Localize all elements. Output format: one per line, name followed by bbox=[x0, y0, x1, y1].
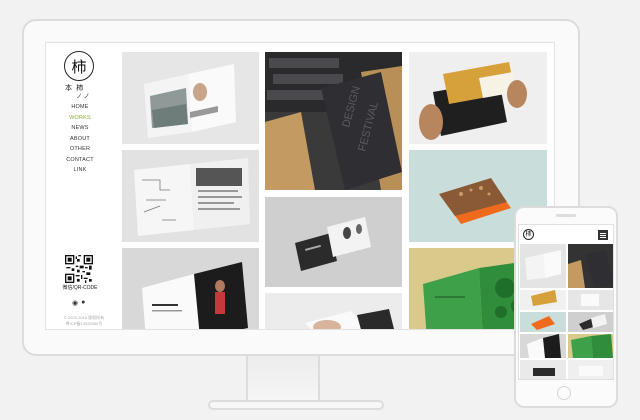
portfolio-item[interactable] bbox=[265, 197, 402, 287]
mobile-portfolio-grid bbox=[520, 244, 613, 379]
site-logo[interactable]: 柿 bbox=[64, 51, 94, 81]
nav-item-works[interactable]: WORKS bbox=[46, 113, 114, 124]
main-nav: HOME WORKS NEWS ABOUT OTHER CONTACT LINK bbox=[46, 102, 114, 176]
nav-item-news[interactable]: NEWS bbox=[46, 123, 114, 134]
portfolio-item[interactable]: DESIGN FESTIVAL bbox=[265, 52, 402, 190]
monitor-base bbox=[208, 400, 384, 410]
portfolio-item[interactable] bbox=[265, 293, 402, 330]
phone-speaker bbox=[556, 214, 576, 217]
desktop-screen: 柿 本 柿 ノ ノ HOME WORKS NEWS ABOUT OTHER CO… bbox=[45, 42, 555, 330]
wechat-icon[interactable]: ● bbox=[81, 299, 85, 307]
nav-item-link[interactable]: LINK bbox=[46, 165, 114, 176]
icp-license-text: 粤ICP备14026985号 bbox=[65, 321, 103, 326]
menu-icon[interactable] bbox=[598, 230, 608, 240]
qr-code-icon bbox=[65, 255, 93, 283]
nav-item-about[interactable]: ABOUT bbox=[46, 134, 114, 145]
portfolio-item[interactable] bbox=[409, 52, 547, 144]
portfolio-item[interactable] bbox=[122, 248, 259, 330]
portfolio-item[interactable] bbox=[122, 52, 259, 144]
social-links: ◉ ● bbox=[72, 299, 92, 307]
monitor-stand bbox=[246, 356, 320, 402]
brand-sub: ノ ノ bbox=[76, 94, 90, 100]
nav-item-home[interactable]: HOME bbox=[46, 102, 114, 113]
sidebar: 柿 本 柿 ノ ノ HOME WORKS NEWS ABOUT OTHER CO… bbox=[46, 43, 116, 329]
mobile-logo[interactable]: 柿 bbox=[523, 229, 534, 240]
qr-code-label: 微信/QR-CODE bbox=[62, 285, 98, 291]
nav-item-contact[interactable]: CONTACT bbox=[46, 155, 114, 166]
nav-item-other[interactable]: OTHER bbox=[46, 144, 114, 155]
weibo-icon[interactable]: ◉ bbox=[72, 299, 78, 307]
footer-copyright: © 2005-2015 版权所有 粤ICP备14026985号 bbox=[58, 315, 110, 327]
mobile-screen: 柿 bbox=[518, 224, 614, 380]
portfolio-item[interactable] bbox=[122, 150, 259, 242]
logo-glyph: 柿 bbox=[71, 57, 87, 76]
mobile-logo-glyph: 柿 bbox=[525, 231, 532, 238]
phone-home-button[interactable] bbox=[557, 386, 571, 400]
